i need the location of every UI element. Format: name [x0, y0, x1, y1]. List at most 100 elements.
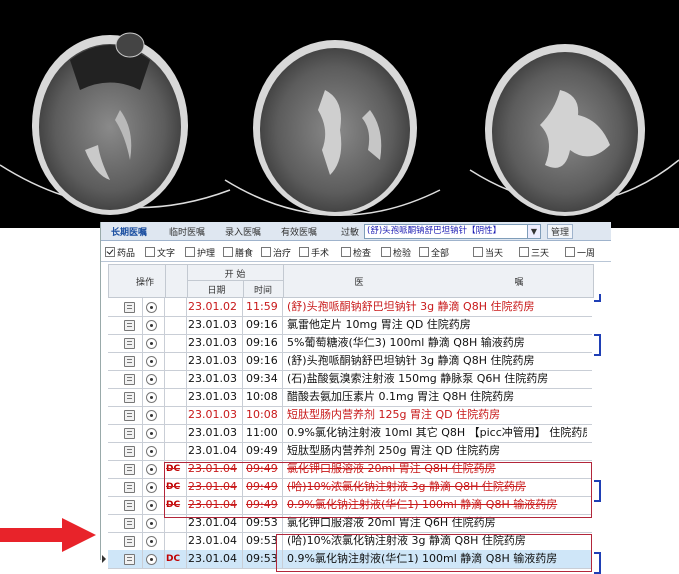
radio-icon[interactable]	[146, 482, 157, 493]
table-row[interactable]: 23.01.03 09:34 (石)盐酸氨溴索注射液 150mg 静脉泵 Q6H 住…	[108, 370, 592, 389]
edit-icon[interactable]	[124, 536, 135, 547]
table-row[interactable]: 23.01.04 09:49 短肽型肠内营养剂 250g 胃注 QD 住院药房	[108, 442, 592, 461]
ct-scan-images	[0, 0, 679, 228]
edit-icon[interactable]	[124, 320, 135, 331]
checkbox-icon[interactable]	[223, 247, 233, 257]
filter-three-days[interactable]: 三天	[519, 246, 549, 259]
ct-slice-1	[32, 32, 188, 215]
filter-label: 一周	[577, 249, 596, 259]
dc-flag	[166, 316, 188, 334]
checkbox-icon[interactable]	[519, 247, 529, 257]
order-time: 09:49	[246, 444, 278, 457]
table-row[interactable]: 23.01.03 09:16 氯雷他定片 10mg 胃注 QD 住院药房	[108, 316, 592, 335]
table-header: 操作 开 始 日期 时间 医 嘱	[108, 264, 594, 298]
filter-label: 药品	[117, 249, 136, 259]
radio-icon[interactable]	[146, 446, 157, 457]
filter-surgery[interactable]: 手术	[299, 246, 329, 259]
radio-icon[interactable]	[146, 374, 157, 385]
filter-treatment[interactable]: 治疗	[261, 246, 291, 259]
edit-icon[interactable]	[124, 464, 135, 475]
checkbox-icon[interactable]	[419, 247, 429, 257]
tab-temporary-orders[interactable]: 临时医嘱	[169, 225, 205, 238]
order-date: 23.01.03	[188, 390, 237, 403]
edit-icon[interactable]	[124, 392, 135, 403]
checkbox-icon[interactable]	[145, 247, 155, 257]
checkbox-icon[interactable]	[341, 247, 351, 257]
edit-icon[interactable]	[124, 374, 135, 385]
checkbox-icon[interactable]	[185, 247, 195, 257]
order-time: 11:00	[246, 426, 278, 439]
order-text: 短肽型肠内营养剂 125g 胃注 QD 住院药房	[287, 408, 501, 421]
checkbox-icon[interactable]	[381, 247, 391, 257]
order-time: 10:08	[246, 408, 278, 421]
dc-flag	[166, 352, 188, 370]
chevron-down-icon[interactable]: ▼	[527, 224, 541, 239]
edit-icon[interactable]	[124, 302, 135, 313]
radio-icon[interactable]	[146, 392, 157, 403]
radio-icon[interactable]	[146, 410, 157, 421]
table-row[interactable]: 23.01.03 10:08 短肽型肠内营养剂 125g 胃注 QD 住院药房	[108, 406, 592, 425]
edit-icon[interactable]	[124, 338, 135, 349]
filter-label: 文字	[157, 249, 176, 259]
group-bracket	[594, 552, 601, 574]
tab-active-orders[interactable]: 有效医嘱	[281, 225, 317, 238]
checkbox-icon[interactable]	[473, 247, 483, 257]
tab-enter-orders[interactable]: 录入医嘱	[225, 225, 261, 238]
group-bracket	[594, 294, 601, 302]
filter-diet[interactable]: 膳食	[223, 246, 253, 259]
radio-icon[interactable]	[146, 536, 157, 547]
edit-icon[interactable]	[124, 500, 135, 511]
order-time: 09:16	[246, 318, 278, 331]
table-row[interactable]: 23.01.02 11:59 (舒)头孢哌酮钠舒巴坦钠针 3g 静滴 Q8H 住院药…	[108, 298, 592, 317]
radio-icon[interactable]	[146, 320, 157, 331]
edit-icon[interactable]	[124, 410, 135, 421]
checkbox-icon[interactable]	[299, 247, 309, 257]
table-row[interactable]: 23.01.03 09:16 (舒)头孢哌酮钠舒巴坦钠针 3g 静滴 Q8H 住院药…	[108, 352, 592, 371]
dc-flag	[166, 298, 188, 316]
allergy-label: 过敏	[341, 228, 360, 238]
table-row[interactable]: 23.01.03 10:08 醋酸去氨加压素片 0.1mg 胃注 Q8H 住院药房	[108, 388, 592, 407]
checkbox-icon[interactable]	[105, 247, 115, 257]
order-text: 5%葡萄糖液(华仁3) 100ml 静滴 Q8H 输液药房	[287, 336, 525, 349]
allergy-combo[interactable]: (舒)头孢哌酮钠舒巴坦钠针【阴性】	[364, 224, 528, 239]
order-text: 0.9%氯化钠注射液 10ml 其它 Q8H 【picc冲管用】 住院药房	[287, 426, 587, 439]
radio-icon[interactable]	[146, 500, 157, 511]
edit-icon[interactable]	[124, 356, 135, 367]
filter-exam[interactable]: 检查	[341, 246, 371, 259]
filter-text[interactable]: 文字	[145, 246, 175, 259]
filter-drug[interactable]: 药品	[105, 246, 135, 259]
filter-nursing[interactable]: 护理	[185, 246, 215, 259]
ct-scan-figure	[0, 32, 679, 216]
filter-label: 治疗	[273, 249, 292, 259]
filter-label: 手术	[311, 249, 330, 259]
edit-icon[interactable]	[124, 446, 135, 457]
edit-icon[interactable]	[124, 428, 135, 439]
order-time: 09:16	[246, 354, 278, 367]
dc-highlight-box	[164, 462, 592, 518]
edit-icon[interactable]	[124, 518, 135, 529]
arrow-right-icon	[0, 518, 96, 552]
radio-icon[interactable]	[146, 338, 157, 349]
edit-icon[interactable]	[124, 482, 135, 493]
radio-icon[interactable]	[146, 428, 157, 439]
checkbox-icon[interactable]	[565, 247, 575, 257]
filter-today[interactable]: 当天	[473, 246, 503, 259]
filter-one-week[interactable]: 一周	[565, 246, 595, 259]
header-date: 日期	[207, 286, 226, 296]
checkbox-icon[interactable]	[261, 247, 271, 257]
table-row[interactable]: 23.01.03 09:16 5%葡萄糖液(华仁3) 100ml 静滴 Q8H 输液…	[108, 334, 592, 353]
radio-icon[interactable]	[146, 518, 157, 529]
dc-flag: DC	[166, 554, 181, 564]
filter-label: 三天	[531, 249, 550, 259]
filter-all[interactable]: 全部	[419, 246, 449, 259]
filter-lab[interactable]: 检验	[381, 246, 411, 259]
new-order-highlight-box	[276, 534, 592, 572]
manage-button[interactable]: 管理	[547, 224, 574, 239]
radio-icon[interactable]	[146, 356, 157, 367]
tab-long-term-orders[interactable]: 长期医嘱	[111, 225, 147, 238]
dc-flag	[166, 388, 188, 406]
radio-icon[interactable]	[146, 464, 157, 475]
table-row[interactable]: 23.01.03 11:00 0.9%氯化钠注射液 10ml 其它 Q8H 【pic…	[108, 424, 592, 443]
dc-flag	[166, 442, 188, 460]
radio-icon[interactable]	[146, 302, 157, 313]
